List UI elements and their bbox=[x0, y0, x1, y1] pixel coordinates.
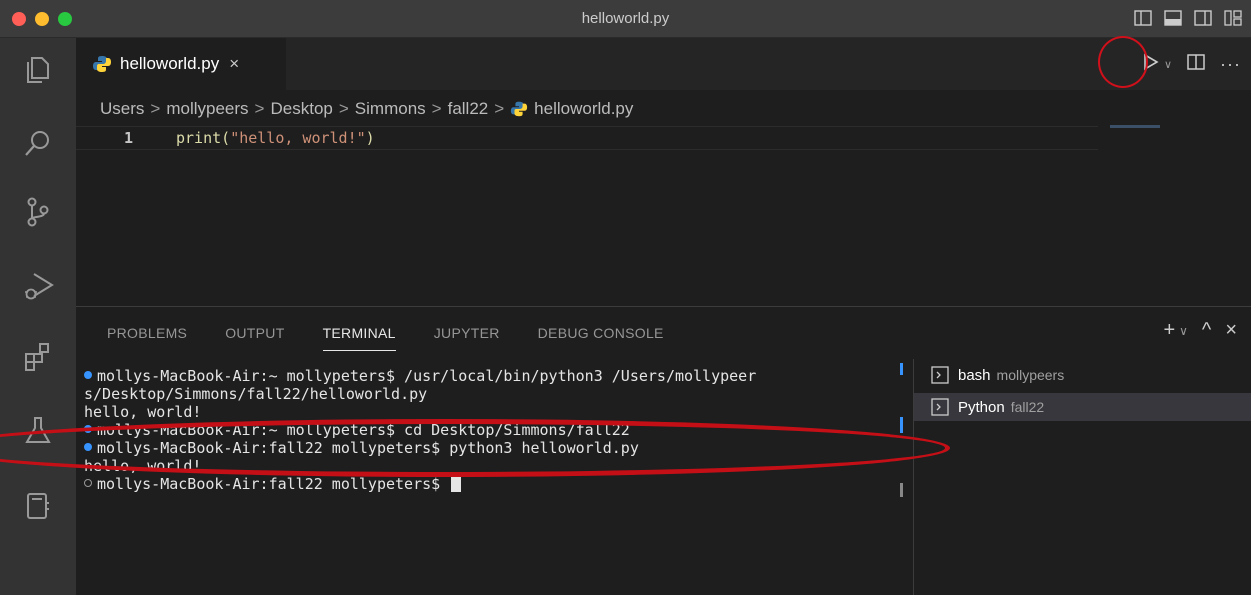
editor-tab-strip: helloworld.py × ∨ ··· bbox=[76, 38, 1251, 90]
tab-close-button[interactable]: × bbox=[229, 54, 239, 74]
breadcrumb-fall22[interactable]: fall22 bbox=[448, 99, 489, 119]
layout-controls bbox=[1133, 8, 1243, 28]
breadcrumb-mollypeers[interactable]: mollypeers bbox=[166, 99, 248, 119]
terminal-profile-chevron-icon[interactable]: ∨ bbox=[1179, 324, 1188, 338]
panel-actions: + ∨ ^ × bbox=[1163, 319, 1237, 342]
breadcrumb-simmons[interactable]: Simmons bbox=[355, 99, 426, 119]
command-pending-dot[interactable] bbox=[84, 479, 92, 487]
python-file-icon bbox=[511, 101, 528, 117]
terminal-icon bbox=[931, 398, 949, 416]
terminal-output[interactable]: mollys-MacBook-Air:~ mollypeters$ /usr/l… bbox=[76, 359, 912, 595]
breadcrumb-separator: > bbox=[150, 99, 161, 118]
code-paren: ) bbox=[365, 129, 375, 147]
breadcrumb: Users > mollypeers > Desktop > Simmons >… bbox=[100, 97, 633, 121]
breadcrumb-file-label: helloworld.py bbox=[534, 99, 634, 118]
tab-jupyter[interactable]: JUPYTER bbox=[434, 325, 500, 351]
code-function: print( bbox=[176, 129, 231, 147]
breadcrumb-separator: > bbox=[494, 99, 505, 118]
toggle-secondary-sidebar-icon[interactable] bbox=[1193, 8, 1213, 28]
editor-actions: ∨ ··· bbox=[1140, 52, 1241, 77]
run-and-debug-icon[interactable] bbox=[20, 266, 56, 302]
explorer-icon[interactable] bbox=[20, 52, 56, 88]
scrollbar-marker bbox=[900, 417, 903, 433]
breadcrumb-file[interactable]: helloworld.py bbox=[510, 99, 633, 119]
breadcrumb-users[interactable]: Users bbox=[100, 99, 144, 119]
terminal-line: mollys-MacBook-Air:~ mollypeters$ /usr/l… bbox=[84, 367, 756, 385]
terminal-tabs-list: bash mollypeers Python fall22 bbox=[913, 359, 1251, 595]
toggle-panel-icon[interactable] bbox=[1163, 8, 1183, 28]
tab-label: helloworld.py bbox=[120, 54, 220, 73]
breadcrumb-separator: > bbox=[338, 99, 349, 118]
panel-tabs: PROBLEMS OUTPUT TERMINAL JUPYTER DEBUG C… bbox=[107, 325, 702, 351]
code-string: "hello, world!" bbox=[230, 129, 366, 147]
new-terminal-icon[interactable]: + bbox=[1163, 319, 1175, 342]
terminal-line: s/Desktop/Simmons/fall22/helloworld.py bbox=[84, 385, 428, 403]
tab-problems[interactable]: PROBLEMS bbox=[107, 325, 187, 351]
minimap[interactable] bbox=[1110, 125, 1160, 128]
scrollbar-marker bbox=[900, 363, 903, 375]
run-dropdown-chevron-icon[interactable]: ∨ bbox=[1164, 58, 1172, 71]
breadcrumb-separator: > bbox=[431, 99, 442, 118]
run-button-annotation-circle bbox=[1098, 36, 1148, 88]
toggle-sidebar-icon[interactable] bbox=[1133, 8, 1153, 28]
terminal-tab-desc: fall22 bbox=[1010, 399, 1045, 415]
more-actions-icon[interactable]: ··· bbox=[1220, 54, 1241, 75]
tab-terminal[interactable]: TERMINAL bbox=[322, 325, 396, 351]
python-file-icon bbox=[93, 56, 111, 72]
code-text: print("hello, world!") bbox=[176, 129, 375, 147]
maximize-panel-icon[interactable]: ^ bbox=[1202, 319, 1211, 342]
vscode-window: helloworld.py helloworld.py × ∨ ··· User… bbox=[0, 0, 1251, 595]
terminal-tab-python[interactable]: Python fall22 bbox=[914, 393, 1251, 421]
breadcrumb-separator: > bbox=[254, 99, 265, 118]
terminal-tab-name: bash bbox=[958, 366, 991, 384]
tab-helloworld[interactable]: helloworld.py × bbox=[76, 38, 286, 90]
activity-bar bbox=[0, 38, 76, 595]
code-line-1[interactable]: 1 print("hello, world!") bbox=[76, 126, 1098, 150]
terminal-line: hello, world! bbox=[84, 403, 202, 421]
terminal-cursor bbox=[451, 475, 462, 492]
terminal-tab-desc: mollypeers bbox=[996, 367, 1065, 383]
window-title: helloworld.py bbox=[581, 10, 670, 27]
line-number: 1 bbox=[124, 129, 134, 147]
title-bar: helloworld.py bbox=[0, 0, 1251, 38]
tab-debug-console[interactable]: DEBUG CONSOLE bbox=[538, 325, 664, 351]
close-panel-icon[interactable]: × bbox=[1225, 319, 1237, 342]
terminal-icon bbox=[931, 366, 949, 384]
notebook-icon[interactable] bbox=[20, 488, 56, 524]
command-success-dot[interactable] bbox=[84, 371, 92, 379]
source-control-icon[interactable] bbox=[20, 194, 56, 230]
search-icon[interactable] bbox=[20, 126, 56, 162]
split-editor-icon[interactable] bbox=[1186, 52, 1206, 77]
terminal-tab-name: Python bbox=[958, 398, 1005, 416]
terminal-prompt: mollys-MacBook-Air:fall22 mollypeters$ bbox=[84, 475, 462, 493]
terminal-tab-bash[interactable]: bash mollypeers bbox=[914, 361, 1251, 389]
customize-layout-icon[interactable] bbox=[1223, 8, 1243, 28]
scrollbar-marker bbox=[900, 483, 903, 497]
tab-output[interactable]: OUTPUT bbox=[225, 325, 284, 351]
extensions-icon[interactable] bbox=[20, 340, 56, 376]
breadcrumb-desktop[interactable]: Desktop bbox=[270, 99, 332, 119]
